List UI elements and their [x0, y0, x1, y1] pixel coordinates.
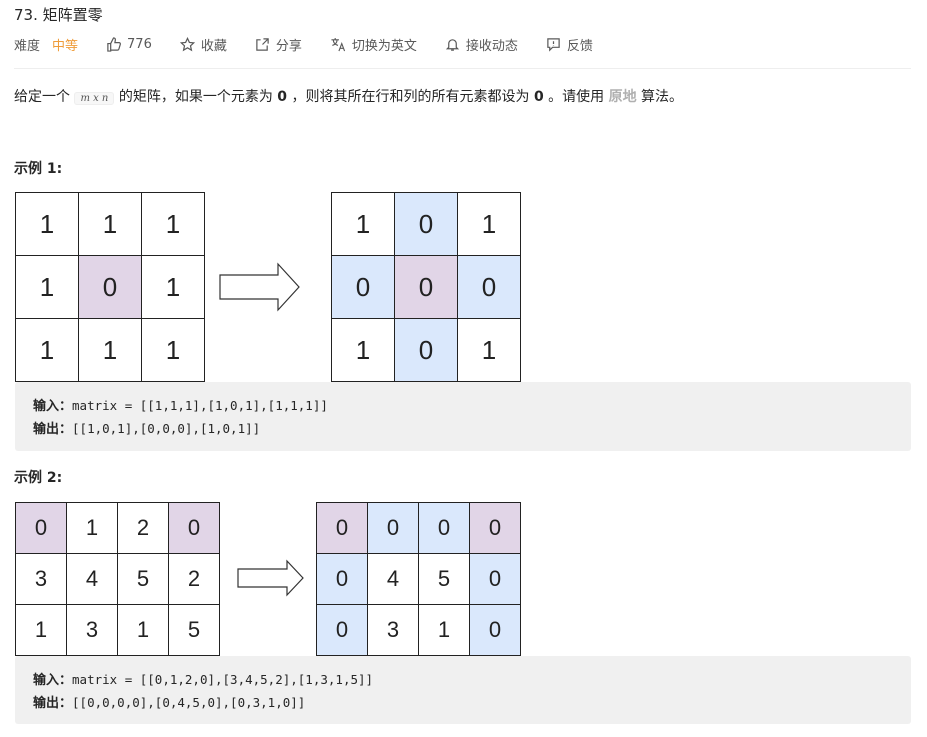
matrix-cell: 1 [15, 192, 79, 256]
matrix-cell: 2 [117, 502, 169, 554]
switch-language-button[interactable]: 切换为英文 [330, 35, 417, 54]
matrix-cell: 1 [331, 318, 395, 382]
difficulty: 难度 中等 [14, 35, 78, 54]
thumbs-up-icon [106, 36, 121, 52]
output-label: 输出： [33, 422, 73, 437]
matrix-cell-zeroed: 0 [418, 502, 470, 554]
matrix-cell: 1 [141, 318, 205, 382]
right-arrow-icon [219, 262, 300, 312]
problem-description: 给定一个 m x n 的矩阵，如果一个元素为 0 ，则将其所在行和列的所有元素都… [14, 86, 683, 110]
matrix-cell: 1 [78, 318, 142, 382]
matrix-cell: 5 [168, 604, 220, 656]
matrix-cell: 1 [117, 604, 169, 656]
output-value: [[1,0,1],[0,0,0],[1,0,1]] [72, 421, 261, 436]
example-2-output-matrix: 0 0 0 0 0 4 5 0 0 3 1 0 [316, 502, 521, 656]
star-icon [179, 36, 195, 52]
favorite-button[interactable]: 收藏 [179, 35, 227, 54]
matrix-cell-zeroed: 0 [331, 255, 395, 319]
matrix-cell: 1 [457, 318, 521, 382]
like-button[interactable]: 776 [106, 37, 152, 52]
example-1-title: 示例 1: [14, 161, 63, 177]
matrix-cell: 3 [66, 604, 118, 656]
matrix-cell: 1 [141, 192, 205, 256]
inplace-link[interactable]: 原地 [609, 89, 637, 105]
bold-zero: 0 [277, 89, 288, 105]
matrix-cell: 5 [418, 553, 470, 605]
bold-zero: 0 [533, 89, 544, 105]
example-1-output-matrix: 1 0 1 0 0 0 1 0 1 [331, 192, 521, 382]
right-arrow-icon [237, 559, 304, 597]
subscribe-label: 接收动态 [465, 38, 518, 54]
favorite-label: 收藏 [200, 38, 227, 54]
matrix-cell-zeroed: 0 [316, 553, 368, 605]
matrix-cell: 4 [66, 553, 118, 605]
translate-icon [330, 37, 346, 52]
matrix-cell-zeroed: 0 [469, 553, 521, 605]
description-text: ，则将其所在行和列的所有元素都设为 [291, 89, 530, 105]
matrix-cell-zero: 0 [394, 255, 458, 319]
input-label: 输入： [33, 399, 73, 414]
matrix-cell-zeroed: 0 [394, 192, 458, 256]
matrix-cell: 1 [15, 604, 67, 656]
input-value: matrix = [[1,1,1],[1,0,1],[1,1,1]] [72, 398, 328, 413]
problem-title: 73. 矩阵置零 [14, 6, 103, 24]
difficulty-label: 难度 [14, 38, 41, 54]
matrix-cell-zeroed: 0 [367, 502, 419, 554]
matrix-cell: 1 [78, 192, 142, 256]
matrix-cell-zero: 0 [168, 502, 220, 554]
switch-language-label: 切换为英文 [351, 38, 417, 54]
matrix-cell-zero: 0 [15, 502, 67, 554]
description-text: 算法。 [641, 89, 684, 105]
example-1-output-line: 输出：[[1,0,1],[0,0,0],[1,0,1]] [33, 418, 260, 437]
input-value: matrix = [[0,1,2,0],[3,4,5,2],[1,3,1,5]] [72, 672, 374, 687]
description-text: 给定一个 [14, 89, 70, 105]
matrix-cell: 2 [168, 553, 220, 605]
example-1-input-matrix: 1 1 1 1 0 1 1 1 1 [15, 192, 205, 382]
matrix-cell: 1 [418, 604, 470, 656]
matrix-cell: 1 [15, 318, 79, 382]
inline-code: m x n [74, 92, 115, 105]
feedback-icon [546, 37, 561, 52]
matrix-cell-zero: 0 [469, 502, 521, 554]
matrix-cell: 3 [15, 553, 67, 605]
description-text: 的矩阵，如果一个元素为 [118, 89, 273, 105]
example-2-title: 示例 2: [14, 470, 63, 486]
output-value: [[0,0,0,0],[0,4,5,0],[0,3,1,0]] [72, 695, 306, 710]
share-button[interactable]: 分享 [255, 35, 302, 54]
matrix-cell: 1 [331, 192, 395, 256]
example-2-input-matrix: 0 1 2 0 3 4 5 2 1 3 1 5 [15, 502, 220, 656]
matrix-cell: 1 [141, 255, 205, 319]
like-count: 776 [127, 36, 152, 52]
feedback-button[interactable]: 反馈 [546, 35, 593, 54]
input-label: 输入： [33, 673, 73, 688]
matrix-cell-zeroed: 0 [316, 604, 368, 656]
bell-icon [445, 37, 460, 52]
matrix-cell: 1 [457, 192, 521, 256]
example-2-output-line: 输出：[[0,0,0,0],[0,4,5,0],[0,3,1,0]] [33, 692, 305, 711]
header-divider [14, 68, 911, 69]
share-label: 分享 [275, 38, 302, 54]
example-1-input-line: 输入：matrix = [[1,1,1],[1,0,1],[1,1,1]] [33, 395, 328, 414]
example-2-io-block: 输入：matrix = [[0,1,2,0],[3,4,5,2],[1,3,1,… [15, 656, 911, 724]
matrix-cell-zero: 0 [316, 502, 368, 554]
subscribe-button[interactable]: 接收动态 [445, 35, 518, 54]
matrix-cell-zero: 0 [78, 255, 142, 319]
matrix-cell-zeroed: 0 [457, 255, 521, 319]
matrix-cell: 4 [367, 553, 419, 605]
problem-meta-bar: 难度 中等 776 收藏 分享 切换为英文 接收动态 反馈 [14, 34, 621, 54]
matrix-cell-zeroed: 0 [394, 318, 458, 382]
matrix-cell: 5 [117, 553, 169, 605]
matrix-cell: 1 [66, 502, 118, 554]
share-icon [255, 37, 270, 52]
example-2-input-line: 输入：matrix = [[0,1,2,0],[3,4,5,2],[1,3,1,… [33, 669, 373, 688]
matrix-cell: 1 [15, 255, 79, 319]
matrix-cell: 3 [367, 604, 419, 656]
description-text: 。请使用 [548, 89, 605, 105]
difficulty-value: 中等 [52, 38, 79, 54]
feedback-label: 反馈 [566, 38, 593, 54]
example-1-io-block: 输入：matrix = [[1,1,1],[1,0,1],[1,1,1]] 输出… [15, 382, 911, 451]
matrix-cell-zeroed: 0 [469, 604, 521, 656]
output-label: 输出： [33, 696, 73, 711]
